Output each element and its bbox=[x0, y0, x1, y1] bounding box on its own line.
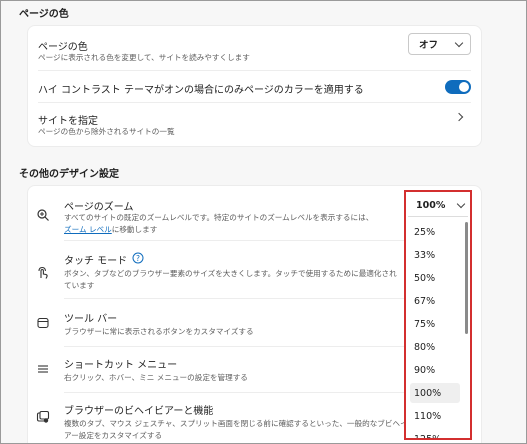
svg-text:?: ? bbox=[136, 254, 140, 263]
zoom-option-67[interactable]: 67% bbox=[410, 291, 460, 311]
zoom-option-33[interactable]: 33% bbox=[410, 245, 460, 265]
specify-sites-desc: ページの色から除外されるサイトの一覧 bbox=[38, 127, 175, 136]
zoom-option-125[interactable]: 125% bbox=[410, 429, 460, 439]
zoom-dropdown[interactable]: 100% 25% 33% 50% 67% 75% 80% 90% 100% 11… bbox=[404, 190, 472, 440]
divider bbox=[38, 70, 471, 71]
high-contrast-toggle[interactable] bbox=[445, 80, 471, 94]
page-color-card: ページの色 ページに表示される色を変更して、サイトを読みやすくします オフ ハイ… bbox=[27, 25, 482, 147]
zoom-level-link[interactable]: ズーム レベル bbox=[64, 225, 112, 234]
zoom-option-90[interactable]: 90% bbox=[410, 360, 460, 380]
chevron-down-icon bbox=[456, 199, 466, 209]
dropdown-scrollbar[interactable] bbox=[465, 222, 468, 334]
page-color-title: ページの色 bbox=[38, 42, 88, 53]
zoom-desc-text: すべてのサイトの既定のズームレベルです。特定のサイトのズームレベルを表示するには… bbox=[64, 213, 374, 222]
shortcut-title: ショートカット メニュー bbox=[64, 360, 178, 371]
zoom-option-75[interactable]: 75% bbox=[410, 314, 460, 334]
touch-desc: ボタン、タブなどのブラウザー要素のサイズを大きくします。タッチで使用するために最… bbox=[64, 269, 397, 290]
menu-icon bbox=[38, 365, 48, 373]
zoom-desc-text-2: に移動します bbox=[111, 225, 158, 234]
zoom-title: ページのズーム bbox=[64, 202, 134, 213]
zoom-select-value: 100% bbox=[416, 200, 446, 211]
zoom-option-110[interactable]: 110% bbox=[410, 406, 460, 426]
zoom-desc: すべてのサイトの既定のズームレベルです。特定のサイトのズームレベルを表示するには… bbox=[64, 212, 424, 236]
section-title-other-design: その他のデザイン設定 bbox=[19, 169, 119, 180]
section-title-page-color: ページの色 bbox=[19, 9, 69, 20]
zoom-option-100[interactable]: 100% bbox=[410, 383, 460, 403]
zoom-option-50[interactable]: 50% bbox=[410, 268, 460, 288]
toggle-knob bbox=[459, 82, 469, 92]
shortcut-desc: 右クリック、ホバー、ミニ メニューの設定を管理する bbox=[64, 373, 248, 382]
behavior-desc: 複数のタブ、マウス ジェスチャ、スプリット画面を閉じる前に確認するといった、一般… bbox=[64, 419, 416, 440]
help-icon[interactable]: ? bbox=[132, 252, 144, 264]
page-color-select-value: オフ bbox=[419, 40, 439, 51]
divider bbox=[38, 102, 471, 103]
toolbar-title: ツール バー bbox=[64, 314, 118, 325]
high-contrast-title: ハイ コントラスト テーマがオンの場合にのみページのカラーを適用する bbox=[38, 85, 364, 96]
page-color-select[interactable]: オフ bbox=[408, 33, 471, 55]
zoom-select[interactable]: 100% bbox=[408, 195, 468, 217]
chevron-right-icon[interactable] bbox=[454, 112, 464, 122]
browser-behavior-icon bbox=[36, 410, 50, 423]
zoom-icon bbox=[37, 209, 49, 221]
touch-title: タッチ モード bbox=[64, 256, 128, 267]
zoom-option-25[interactable]: 25% bbox=[410, 222, 460, 242]
zoom-option-80[interactable]: 80% bbox=[410, 337, 460, 357]
page-color-desc: ページに表示される色を変更して、サイトを読みやすくします bbox=[38, 53, 250, 62]
chevron-down-icon bbox=[454, 38, 464, 47]
toolbar-icon bbox=[37, 317, 49, 329]
touch-icon bbox=[38, 266, 48, 279]
toolbar-desc: ブラウザーに常に表示されるボタンをカスタマイズする bbox=[64, 327, 254, 336]
settings-page: ページの色 ページの色 ページに表示される色を変更して、サイトを読みやすくします… bbox=[0, 0, 527, 444]
behavior-title: ブラウザーのビヘイビアーと機能 bbox=[64, 406, 214, 417]
specify-sites-title: サイトを指定 bbox=[38, 116, 98, 127]
